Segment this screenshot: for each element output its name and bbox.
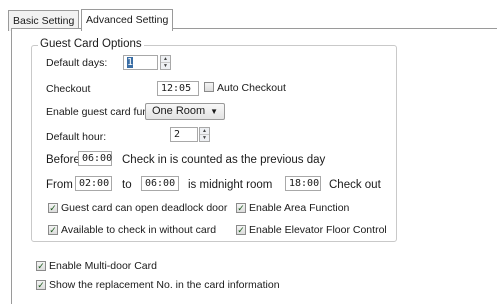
without-card-label: Available to check in without card — [61, 224, 217, 236]
replacement-no-label: Show the replacement No. in the card inf… — [49, 279, 280, 291]
before-label: Before — [46, 154, 80, 166]
auto-checkout-label: Auto Checkout — [217, 82, 286, 94]
before-time-input[interactable]: 06:00 — [78, 151, 112, 166]
from-label: From — [46, 179, 73, 191]
before-description: Check in is counted as the previous day — [122, 154, 326, 166]
auto-checkout-checkbox[interactable] — [204, 82, 214, 92]
chevron-down-icon: ▼ — [210, 107, 218, 116]
without-card-checkbox[interactable] — [48, 225, 58, 235]
area-function-checkbox[interactable] — [236, 203, 246, 213]
spin-down-icon[interactable]: ▼ — [200, 135, 209, 141]
default-hour-spinner[interactable]: ▲ ▼ — [199, 127, 210, 142]
checkout-label: Checkout — [46, 83, 91, 95]
elevator-control-label: Enable Elevator Floor Control — [249, 224, 387, 236]
multi-door-card-checkbox[interactable] — [36, 261, 46, 271]
group-title: Guest Card Options — [38, 38, 144, 50]
guest-card-function-value: One Room — [152, 105, 206, 117]
deadlock-door-label: Guest card can open deadlock door — [61, 202, 228, 214]
to-label: to — [122, 179, 132, 191]
area-function-label: Enable Area Function — [249, 202, 350, 214]
guest-card-function-select[interactable]: One Room ▼ — [145, 103, 225, 120]
tab-advanced-setting[interactable]: Advanced Setting — [81, 9, 174, 31]
default-days-value: 1 — [127, 57, 134, 68]
default-hour-input[interactable]: 2 — [170, 127, 198, 142]
midnight-from-input[interactable]: 02:00 — [75, 176, 112, 191]
multi-door-card-label: Enable Multi-door Card — [49, 260, 157, 272]
checkout-hour-input[interactable]: 18:00 — [285, 176, 321, 191]
check-out-label: Check out — [329, 179, 381, 191]
default-days-spinner[interactable]: ▲ ▼ — [160, 55, 171, 70]
elevator-control-checkbox[interactable] — [236, 225, 246, 235]
spin-up-icon[interactable]: ▲ — [161, 56, 170, 63]
midnight-room-label: is midnight room — [188, 179, 273, 191]
checkout-time-input[interactable]: 12:05 — [157, 81, 199, 96]
default-days-label: Default days: — [46, 57, 108, 69]
default-hour-label: Default hour: — [46, 131, 107, 143]
midnight-to-input[interactable]: 06:00 — [141, 176, 179, 191]
default-days-input[interactable]: 1 — [123, 55, 158, 70]
spin-up-icon[interactable]: ▲ — [200, 128, 209, 135]
replacement-no-checkbox[interactable] — [36, 280, 46, 290]
spin-down-icon[interactable]: ▼ — [161, 63, 170, 69]
deadlock-door-checkbox[interactable] — [48, 203, 58, 213]
